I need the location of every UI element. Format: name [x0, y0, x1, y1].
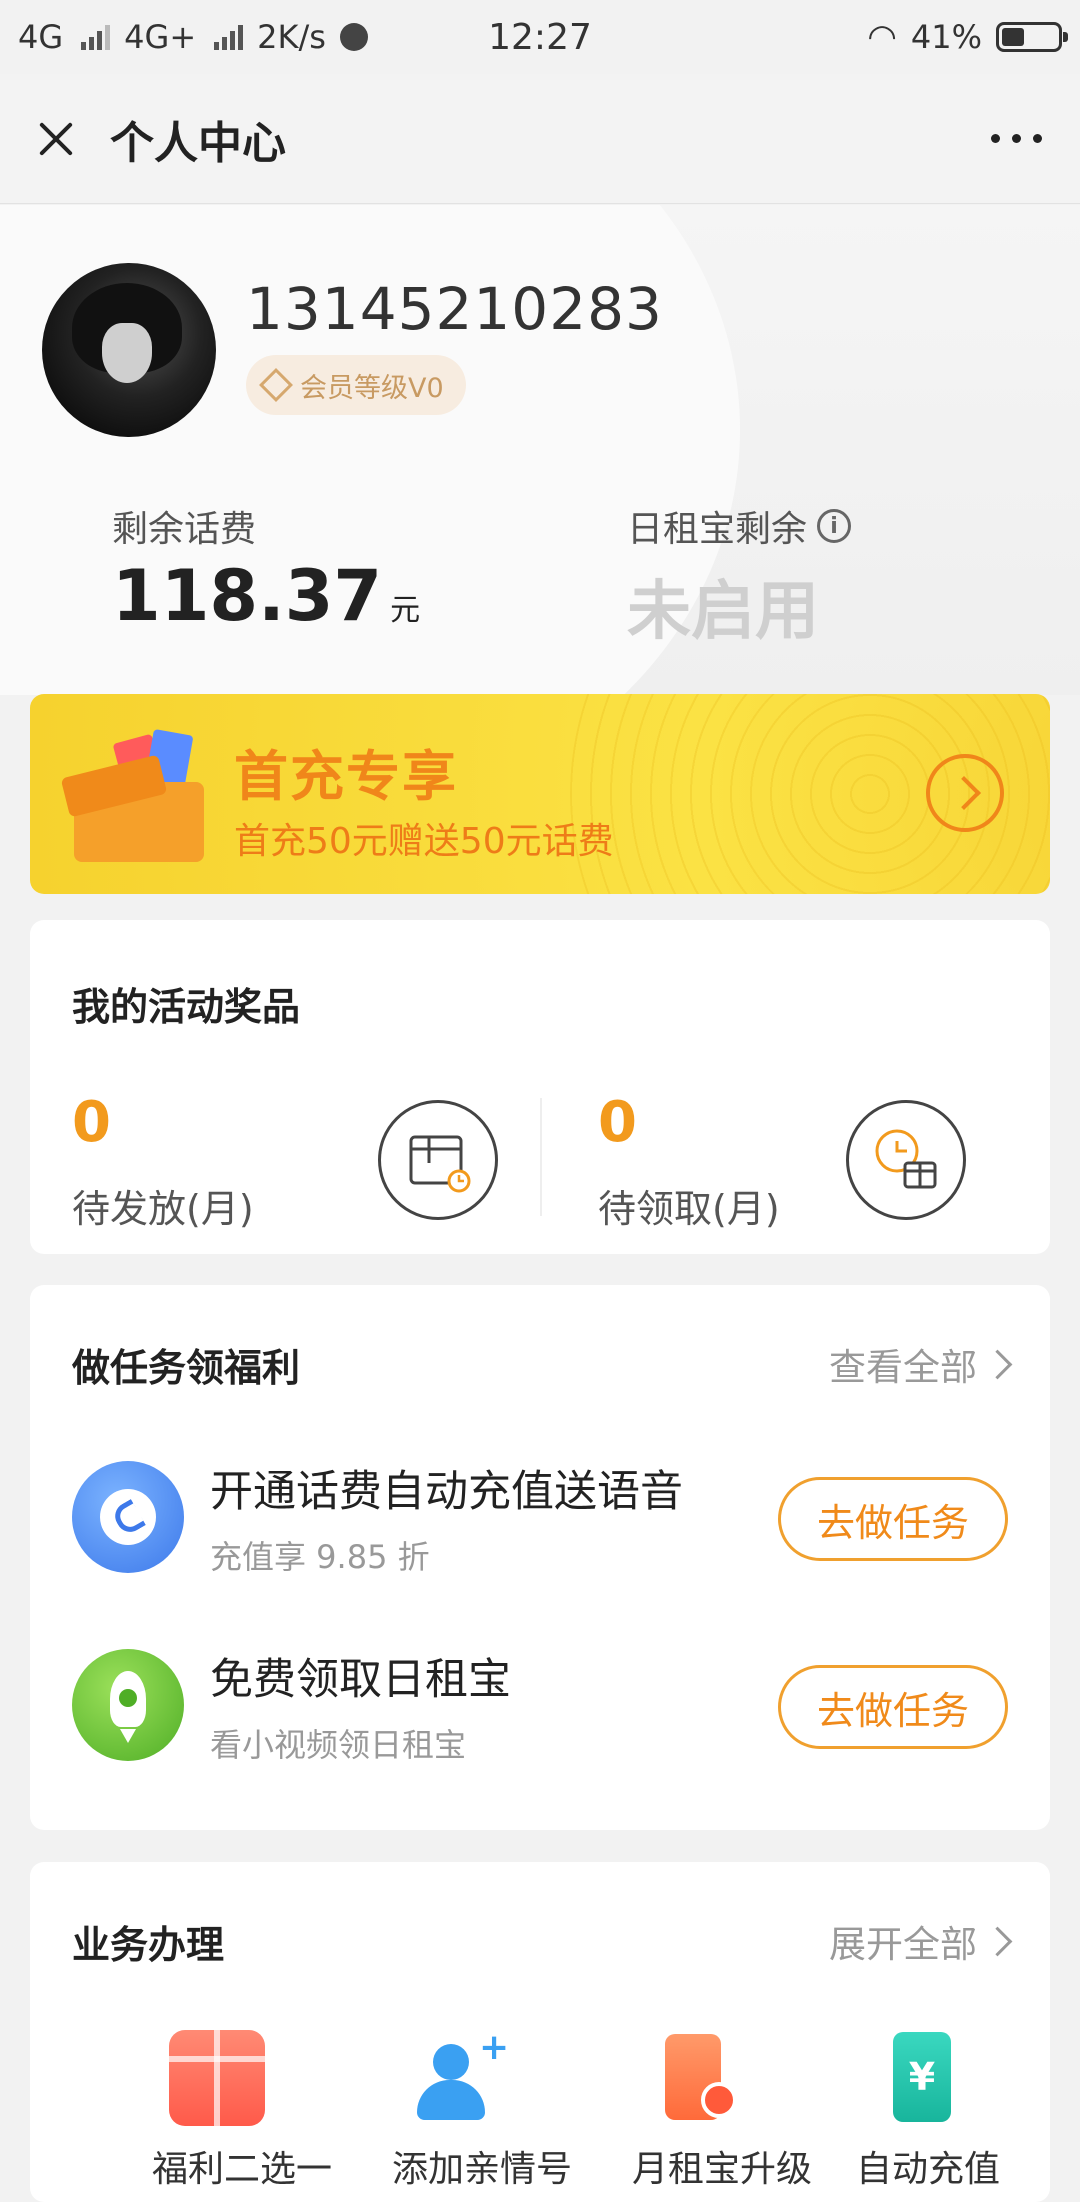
phone-clock-icon	[649, 2030, 745, 2126]
network-label-1: 4G	[18, 18, 64, 56]
service-label-autopay: 自动充值	[856, 2149, 1001, 2190]
view-all-link[interactable]: 查看全部	[829, 1337, 1013, 1391]
service-item-upgrade[interactable]: 月租宝升级	[632, 2030, 813, 2192]
expand-all-label: 展开全部	[829, 1923, 977, 1966]
gift-clock-icon[interactable]	[846, 1100, 966, 1220]
task-subtitle-1: 充值享 9.85 折	[210, 1538, 430, 1576]
service-label-upgrade: 月租宝升级	[632, 2149, 813, 2190]
view-all-label: 查看全部	[829, 1346, 977, 1389]
balance-label: 剩余话费	[112, 509, 257, 550]
rewards-card: 我的活动奖品 0 待发放(月) 0 待领取(月)	[30, 920, 1050, 1254]
balance-value: 118.37	[112, 555, 383, 637]
phone-call-icon	[72, 1461, 184, 1573]
status-right: ◠ 41%	[867, 17, 1068, 57]
services-card: 业务办理 展开全部 福利二选一 + 添加亲情号 月租宝升级 ¥ 自动充值	[30, 1862, 1050, 2202]
pending-claim-count[interactable]: 0	[598, 1090, 637, 1155]
battery-percent: 41%	[910, 18, 982, 56]
expand-all-link[interactable]: 展开全部	[829, 1914, 1013, 1968]
avatar[interactable]	[42, 263, 216, 437]
signal-icon	[81, 24, 111, 50]
do-task-button-1[interactable]: 去做任务	[778, 1477, 1008, 1561]
gift-icon	[169, 2030, 265, 2126]
pending-send-count[interactable]: 0	[72, 1090, 111, 1155]
balance-value-row[interactable]: 118.37 元	[112, 555, 420, 637]
page-title: 个人中心	[110, 117, 286, 169]
wifi-icon: ◠	[867, 17, 897, 57]
tasks-title: 做任务领福利	[72, 1346, 301, 1390]
promo-subtitle: 首充50元赠送50元话费	[234, 821, 614, 862]
diamond-icon	[259, 368, 293, 402]
first-recharge-banner[interactable]: 首充专享 首充50元赠送50元话费	[30, 694, 1050, 894]
globe-icon	[339, 23, 368, 51]
profile-header: 13145210283 会员等级V0 剩余话费 118.37 元 日租宝剩余 i …	[0, 205, 1080, 695]
nav-bar: 个人中心	[0, 74, 1080, 204]
avatar-face	[102, 323, 152, 383]
chevron-right-icon	[982, 1349, 1013, 1379]
network-label-2: 4G+	[124, 18, 197, 56]
task-subtitle-2: 看小视频领日租宝	[210, 1726, 467, 1764]
battery-level	[1002, 28, 1025, 46]
signal-icon-2	[214, 24, 244, 50]
service-label-welfare: 福利二选一	[152, 2149, 333, 2190]
more-options-icon[interactable]	[981, 124, 1052, 153]
service-item-welfare[interactable]: 福利二选一	[152, 2030, 333, 2192]
rocket-icon	[72, 1649, 184, 1761]
close-icon[interactable]	[28, 111, 84, 167]
vip-level: 会员等级V0	[300, 372, 444, 404]
pending-claim-label: 待领取(月)	[598, 1187, 780, 1231]
rzb-label-row: 日租宝剩余 i	[627, 500, 852, 552]
pending-send-label: 待发放(月)	[72, 1187, 254, 1231]
info-icon[interactable]: i	[817, 509, 852, 543]
rzb-value[interactable]: 未启用	[627, 560, 819, 652]
package-clock-icon[interactable]	[378, 1100, 498, 1220]
battery-icon	[996, 22, 1068, 52]
balance-unit: 元	[390, 593, 421, 628]
status-bar: 4G 4G+ 2K/s 12:27 ◠ 41%	[0, 0, 1080, 74]
yuan-phone-icon: ¥	[873, 2030, 969, 2126]
rewards-title: 我的活动奖品	[72, 985, 301, 1029]
status-left: 4G 4G+ 2K/s	[18, 18, 368, 56]
clock: 12:27	[488, 16, 592, 58]
service-item-autopay[interactable]: ¥ 自动充值	[856, 2030, 1001, 2192]
promo-title: 首充专享	[234, 745, 458, 808]
chevron-right-icon	[982, 1926, 1013, 1956]
service-item-add-family[interactable]: + 添加亲情号	[392, 2030, 573, 2192]
rzb-label: 日租宝剩余	[627, 509, 808, 550]
divider	[540, 1098, 542, 1216]
task-title-1: 开通话费自动充值送语音	[210, 1467, 683, 1517]
task-title-2: 免费领取日租宝	[210, 1655, 511, 1705]
services-title: 业务办理	[72, 1923, 225, 1967]
vip-badge[interactable]: 会员等级V0	[246, 355, 466, 415]
service-label-add-family: 添加亲情号	[392, 2149, 573, 2190]
tasks-card: 做任务领福利 查看全部 开通话费自动充值送语音 充值享 9.85 折 去做任务 …	[30, 1285, 1050, 1830]
do-task-button-2[interactable]: 去做任务	[778, 1665, 1008, 1749]
phone-number: 13145210283	[246, 275, 663, 343]
data-speed: 2K/s	[257, 18, 326, 56]
add-user-icon: +	[409, 2030, 509, 2126]
gift-box-icon	[60, 728, 234, 862]
chevron-right-icon[interactable]	[926, 754, 1004, 832]
